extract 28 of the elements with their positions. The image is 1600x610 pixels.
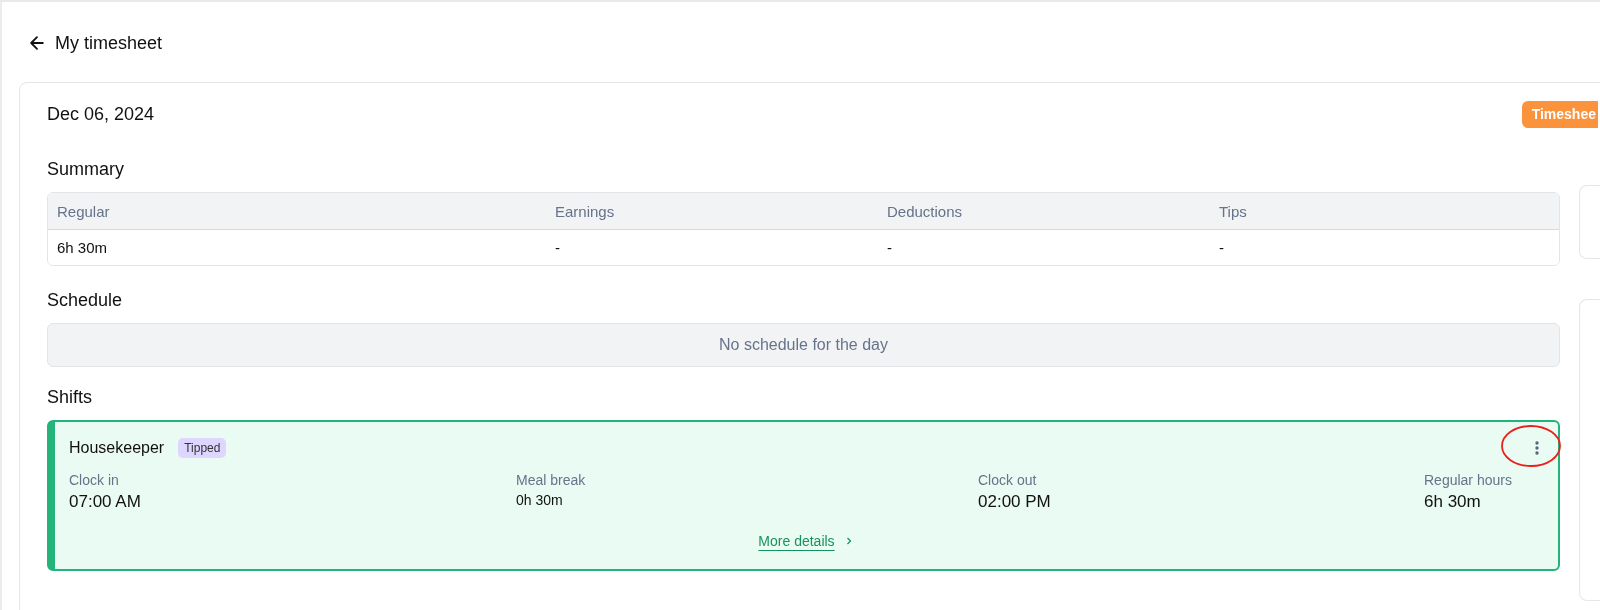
shift-role: Housekeeper — [69, 439, 165, 457]
shift-tag: Tipped — [178, 438, 227, 458]
field-value: 0h 30m — [516, 492, 564, 508]
table-cell-text: - — [1218, 239, 1225, 256]
section-heading: Shifts — [47, 387, 94, 408]
field-label: Clock out — [978, 472, 1038, 488]
more-options-icon[interactable] — [1532, 438, 1542, 458]
column-header: Tips — [1218, 202, 1248, 220]
field-value: 07:00 AM — [69, 492, 142, 512]
field-value: 6h 30m — [1424, 492, 1482, 512]
column-header: Earnings — [554, 202, 616, 220]
page-title: My timesheet — [55, 32, 163, 54]
section-heading: Schedule — [47, 290, 124, 311]
column-header: Deductions — [886, 202, 964, 220]
status-badge: Timeshee — [1521, 100, 1598, 128]
more-details-link[interactable]: More details — [758, 533, 835, 549]
field-label: Regular hours — [1424, 472, 1513, 488]
section-heading: Summary — [47, 159, 125, 180]
field-label: Clock in — [69, 472, 120, 488]
table-cell-text: - — [554, 239, 561, 256]
back-arrow-icon[interactable] — [27, 33, 47, 53]
field-label: Meal break — [516, 472, 587, 488]
column-header: Regular — [56, 202, 111, 220]
table-cell-text: - — [886, 239, 893, 256]
date-heading: Dec 06, 2024 — [47, 103, 155, 125]
table-cell-text: 6h 30m — [56, 239, 109, 256]
field-value: 02:00 PM — [978, 492, 1052, 512]
empty-schedule-message: No schedule for the day — [47, 323, 1560, 367]
